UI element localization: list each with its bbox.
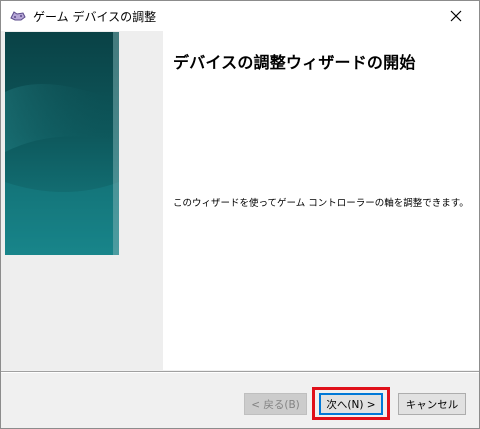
wizard-heading: デバイスの調整ウィザードの開始 — [173, 53, 416, 72]
close-button[interactable] — [433, 1, 479, 31]
wizard-description: このウィザードを使ってゲーム コントローラーの軸を調整できます。 — [173, 198, 469, 209]
next-button[interactable]: 次へ(N) > — [319, 393, 383, 415]
title-bar: ゲーム デバイスの調整 — [1, 1, 479, 31]
cancel-button[interactable]: キャンセル — [398, 393, 466, 415]
game-controller-icon — [9, 9, 27, 23]
footer-divider-highlight — [1, 372, 479, 373]
wizard-banner-image — [5, 32, 119, 255]
window-title: ゲーム デバイスの調整 — [33, 9, 157, 24]
back-button[interactable]: < 戻る(B) — [244, 393, 307, 415]
wizard-side-panel — [1, 31, 163, 370]
close-icon — [450, 7, 462, 26]
wizard-main-panel: デバイスの調整ウィザードの開始 このウィザードを使ってゲーム コントローラーの軸… — [163, 31, 479, 370]
wizard-window: ゲーム デバイスの調整 デバイスの調整ウィザードの開始 このウィザードを使ってゲ… — [0, 0, 480, 429]
wizard-content: デバイスの調整ウィザードの開始 このウィザードを使ってゲーム コントローラーの軸… — [1, 31, 479, 370]
